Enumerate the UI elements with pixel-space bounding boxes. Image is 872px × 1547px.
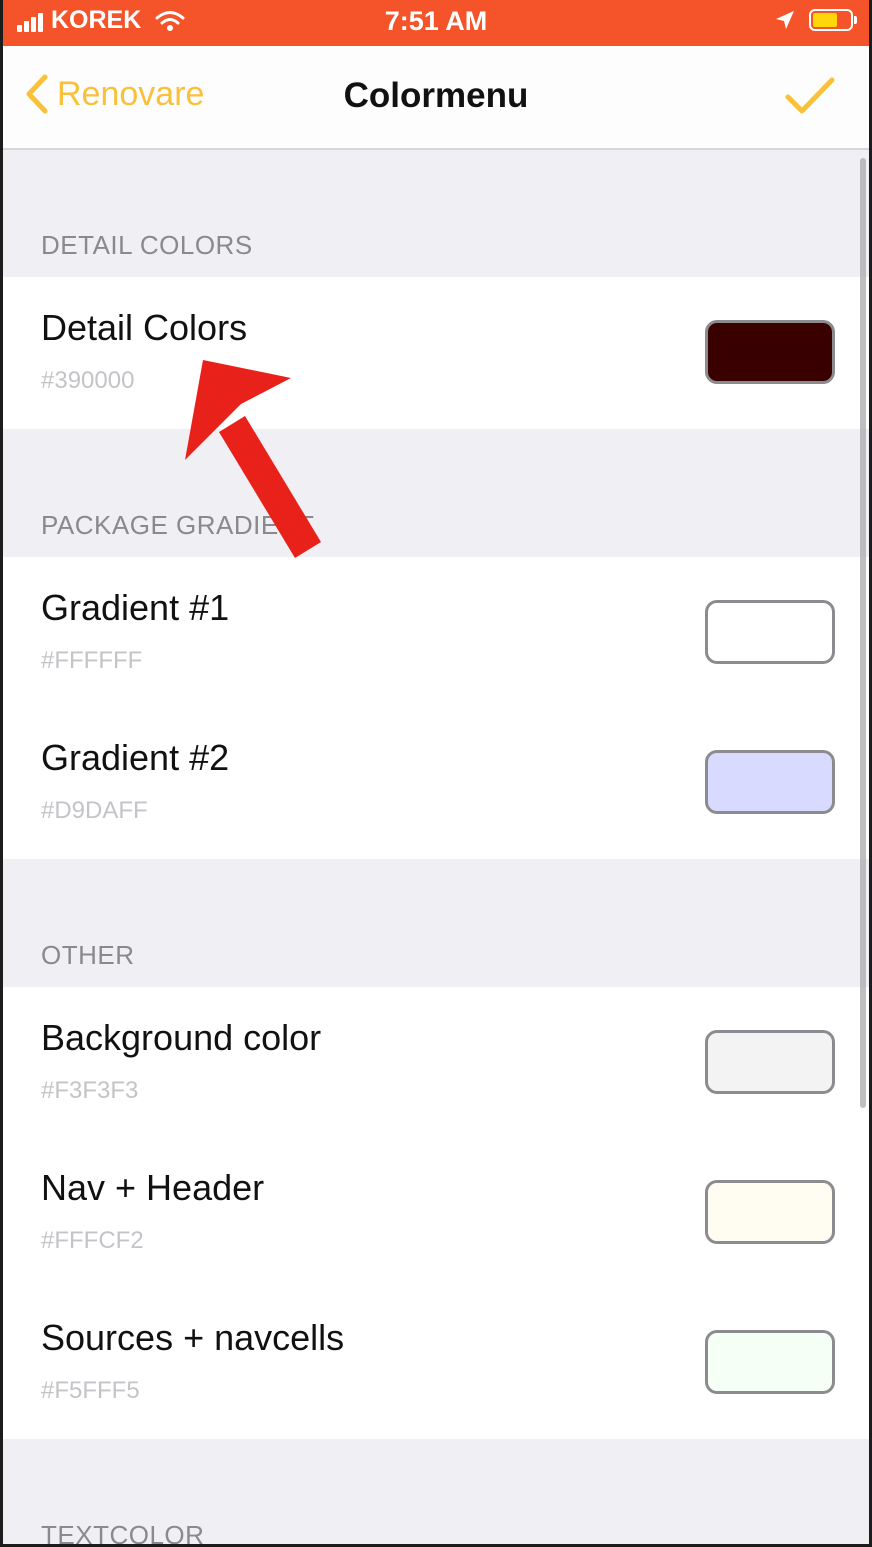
- cell-gradient-1[interactable]: Gradient #1 #FFFFFF: [3, 557, 869, 707]
- cell-gradient-2[interactable]: Gradient #2 #D9DAFF: [3, 707, 869, 857]
- cell-title: Sources + navcells: [41, 1317, 345, 1358]
- color-swatch[interactable]: [705, 1030, 835, 1094]
- cell-title: Gradient #2: [41, 737, 230, 778]
- color-swatch[interactable]: [705, 600, 835, 664]
- settings-list[interactable]: DETAIL COLORS Detail Colors #390000 PACK…: [3, 150, 869, 1544]
- cell-hex-value: #FFFFFF: [41, 647, 143, 674]
- status-time: 7:51 AM: [384, 6, 488, 36]
- chevron-left-icon: [26, 74, 48, 114]
- cell-title: Gradient #1: [41, 587, 230, 628]
- cell-sources-navcells[interactable]: Sources + navcells #F5FFF5: [3, 1287, 869, 1437]
- location-arrow-icon: [776, 11, 794, 29]
- status-right: [775, 9, 857, 31]
- section-header-detail-colors: DETAIL COLORS: [41, 230, 253, 260]
- cell-hex-value: #F3F3F3: [41, 1077, 139, 1104]
- section-header-textcolor: TEXTCOLOR: [41, 1520, 205, 1547]
- group-detail-colors: Detail Colors #390000: [3, 277, 869, 429]
- group-other: Background color #F3F3F3 Nav + Header #F…: [3, 987, 869, 1439]
- status-bar: KOREK 7:51 AM: [3, 0, 869, 46]
- phone-screen: KOREK 7:51 AM Renovare Colormenu DETAIL …: [0, 0, 872, 1547]
- cell-hex-value: #FFFCF2: [41, 1227, 144, 1254]
- scrollbar[interactable]: [860, 158, 866, 1108]
- section-header-other: OTHER: [41, 940, 135, 970]
- cell-hex-value: #390000: [41, 367, 135, 394]
- back-button[interactable]: Renovare: [25, 74, 204, 114]
- color-swatch[interactable]: [705, 750, 835, 814]
- color-swatch[interactable]: [705, 1330, 835, 1394]
- navigation-bar: Renovare Colormenu: [3, 46, 869, 150]
- cell-hex-value: #F5FFF5: [41, 1377, 140, 1404]
- section-header-package-gradient: PACKAGE GRADIENT: [41, 510, 315, 540]
- cell-detail-colors[interactable]: Detail Colors #390000: [3, 277, 869, 427]
- done-button[interactable]: [785, 76, 835, 121]
- checkmark-icon: [785, 77, 835, 114]
- cell-title: Detail Colors: [41, 307, 248, 348]
- cell-nav-header[interactable]: Nav + Header #FFFCF2: [3, 1137, 869, 1287]
- cell-title: Nav + Header: [41, 1167, 265, 1208]
- color-swatch[interactable]: [705, 1180, 835, 1244]
- cell-background-color[interactable]: Background color #F3F3F3: [3, 987, 869, 1137]
- color-swatch[interactable]: [705, 320, 835, 384]
- battery-icon: [809, 9, 857, 31]
- back-button-label: Renovare: [57, 74, 205, 113]
- group-package-gradient: Gradient #1 #FFFFFF Gradient #2 #D9DAFF: [3, 557, 869, 859]
- cell-title: Background color: [41, 1017, 322, 1058]
- cell-hex-value: #D9DAFF: [41, 797, 148, 824]
